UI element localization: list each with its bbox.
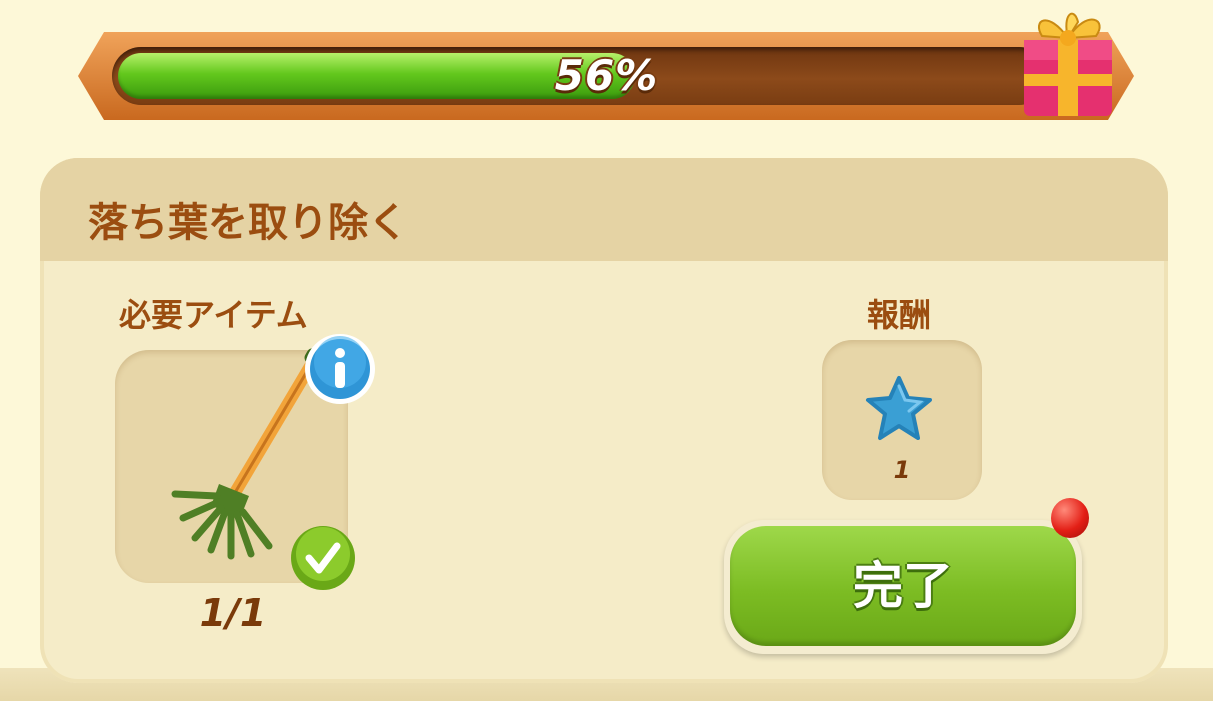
star-icon bbox=[866, 376, 932, 440]
complete-button[interactable]: 完了 bbox=[724, 520, 1082, 654]
reward-count: 1 bbox=[893, 456, 911, 484]
check-icon bbox=[291, 526, 355, 590]
reward-label: 報酬 bbox=[867, 296, 932, 334]
task-panel: 落ち葉を取り除く 必要アイテム 報酬 1/1 1 完了 bbox=[40, 158, 1168, 683]
complete-button-face: 完了 bbox=[730, 526, 1076, 646]
required-items-label: 必要アイテム bbox=[119, 296, 308, 334]
complete-button-label: 完了 bbox=[853, 557, 953, 615]
info-icon[interactable] bbox=[303, 332, 377, 406]
task-title: 落ち葉を取り除く bbox=[88, 200, 408, 246]
required-item-count: 1/1 bbox=[199, 591, 267, 635]
notification-dot bbox=[1051, 498, 1089, 538]
gift-icon[interactable] bbox=[1012, 0, 1122, 120]
